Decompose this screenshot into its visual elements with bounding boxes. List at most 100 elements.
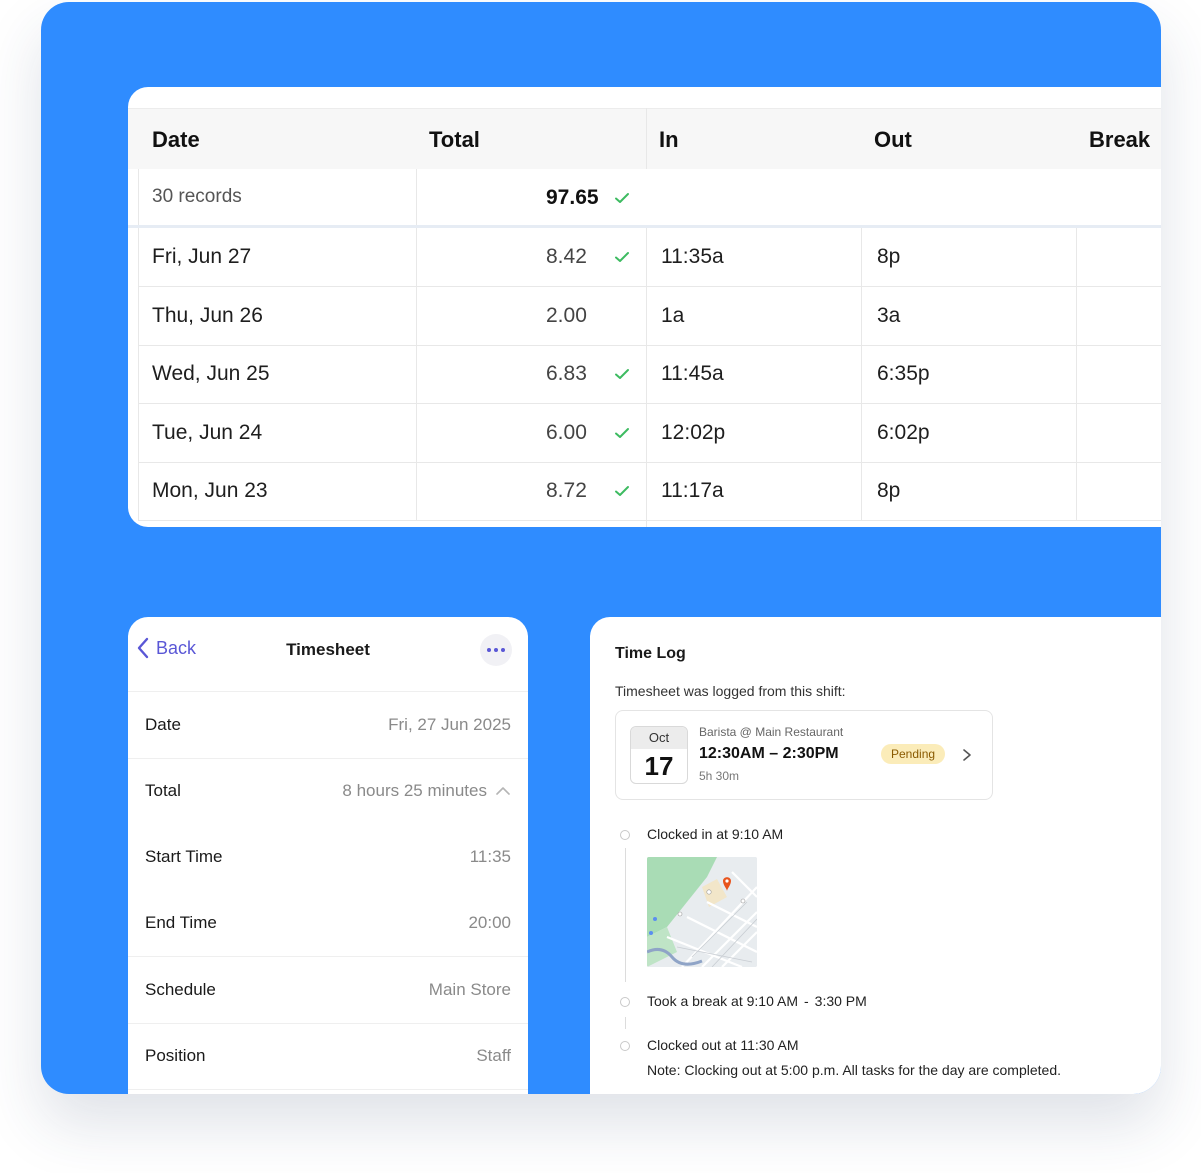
cell-out: 3a — [877, 303, 901, 327]
column-header-out[interactable]: Out — [874, 127, 912, 153]
time-log-subtitle: Timesheet was logged from this shift: — [615, 683, 846, 699]
field-label: End Time — [145, 913, 217, 932]
shift-time: 12:30AM – 2:30PM — [699, 745, 839, 762]
cell-in: 12:02p — [661, 420, 726, 444]
cell-in: 11:17a — [661, 479, 724, 502]
column-divider — [416, 403, 417, 462]
shift-role: Barista @ Main Restaurant — [699, 725, 844, 739]
column-divider — [1076, 403, 1077, 462]
field-row-total[interactable]: Total 8 hours 25 minutes — [128, 758, 528, 824]
column-header-break[interactable]: Break — [1089, 127, 1150, 153]
cell-total: 2.00 — [546, 303, 587, 327]
page-title: Timesheet — [286, 640, 370, 659]
check-icon — [615, 427, 629, 438]
clock-out-note: Note: Clocking out at 5:00 p.m. All task… — [647, 1062, 1061, 1078]
chevron-right-icon[interactable] — [962, 748, 972, 762]
table-row[interactable]: Thu, Jun 26 2.00 1a 3a — [138, 286, 1161, 346]
location-map[interactable] — [647, 857, 757, 967]
event-time: 9:10 AM — [731, 826, 784, 842]
column-divider — [861, 286, 862, 345]
column-divider — [861, 228, 862, 286]
row-edge — [138, 169, 139, 225]
timeline-line — [625, 1017, 626, 1029]
event-clock-out: Clocked out at 11:30 AM — [647, 1037, 799, 1053]
column-divider — [416, 286, 417, 345]
more-options-button[interactable] — [480, 634, 512, 666]
cell-total: 6.00 — [546, 420, 587, 444]
chevron-up-icon[interactable] — [495, 786, 511, 796]
field-row-end-time: End Time 20:00 — [128, 890, 528, 957]
cell-total: 8.72 — [546, 479, 587, 502]
field-value: 20:00 — [468, 913, 511, 932]
table-row[interactable]: Mon, Jun 23 8.72 11:17a 8p — [138, 462, 1161, 521]
column-header-in[interactable]: In — [659, 127, 679, 153]
field-label: Start Time — [145, 847, 223, 866]
column-divider — [416, 345, 417, 403]
cell-in: 1a — [661, 303, 685, 327]
row-edge — [138, 403, 139, 462]
column-divider — [1076, 286, 1077, 345]
status-badge: Pending — [881, 744, 946, 764]
field-row-date: Date Fri, 27 Jun 2025 — [128, 692, 528, 759]
row-edge — [138, 228, 139, 286]
cell-in: 11:35a — [661, 245, 724, 268]
timesheet-table-card: Date Total In Out Break 30 records 97.65… — [128, 87, 1161, 527]
field-row-position: Position Staff — [128, 1023, 528, 1090]
event-separator: - — [804, 993, 809, 1009]
row-edge — [138, 286, 139, 345]
field-value: Main Store — [428, 980, 511, 999]
column-header-date[interactable]: Date — [152, 127, 200, 153]
cell-date: Mon, Jun 23 — [152, 479, 268, 502]
cell-total: 6.83 — [546, 362, 587, 385]
cell-out: 6:02p — [877, 420, 930, 444]
check-icon — [615, 486, 629, 496]
event-start-time: 9:10 AM — [746, 993, 798, 1009]
row-edge — [138, 462, 139, 520]
background-canvas: Date Total In Out Break 30 records 97.65… — [41, 2, 1161, 1094]
check-icon — [615, 369, 629, 379]
table-summary-row: 30 records 97.65 — [128, 169, 1161, 228]
cell-out: 8p — [877, 245, 901, 268]
shift-day: 17 — [644, 751, 674, 781]
column-divider — [1076, 345, 1077, 403]
field-value: 11:35 — [469, 847, 511, 866]
column-divider — [416, 169, 417, 225]
check-icon — [615, 193, 629, 203]
shift-duration: 5h 30m — [699, 769, 740, 783]
event-prefix: Clocked in at — [647, 826, 728, 842]
timeline-line — [625, 848, 626, 982]
field-label: Position — [145, 1046, 206, 1065]
cell-date: Fri, Jun 27 — [152, 245, 252, 268]
cell-out: 6:35p — [877, 362, 930, 385]
field-value: Fri, 27 Jun 2025 — [388, 715, 511, 734]
event-time: 11:30 AM — [740, 1037, 799, 1053]
field-value: 8 hours 25 minutes — [342, 781, 487, 800]
row-edge — [138, 345, 139, 403]
event-clock-in: Clocked in at 9:10 AM — [647, 826, 783, 842]
cell-date: Wed, Jun 25 — [152, 362, 270, 385]
column-divider — [861, 403, 862, 462]
check-icon — [615, 252, 629, 262]
field-row-schedule: Schedule Main Store — [128, 957, 528, 1024]
column-divider — [1076, 228, 1077, 286]
table-row[interactable]: Wed, Jun 25 6.83 11:45a 6:35p — [138, 345, 1161, 404]
shift-date-badge: Oct 17 — [630, 726, 688, 784]
field-value: Staff — [476, 1046, 511, 1065]
cell-total: 8.42 — [546, 245, 587, 268]
column-divider — [1076, 462, 1077, 520]
event-prefix: Took a break at — [647, 993, 743, 1009]
more-icon — [487, 648, 491, 652]
timeline-dot — [620, 997, 630, 1007]
field-label: Total — [145, 781, 181, 800]
shift-card[interactable]: Oct 17 Barista @ Main Restaurant 12:30AM… — [615, 710, 993, 800]
timesheet-detail-card: Back Timesheet Date Fri, 27 Jun 2025 Tot… — [128, 617, 528, 1094]
table-header-row: Date Total In Out Break — [128, 108, 1161, 170]
table-row[interactable]: Tue, Jun 24 6.00 12:02p 6:02p — [138, 403, 1161, 463]
column-divider — [416, 462, 417, 520]
table-row[interactable]: Fri, Jun 27 8.42 11:35a 8p — [138, 228, 1161, 287]
timeline-dot — [620, 1041, 630, 1051]
timeline-dot — [620, 830, 630, 840]
column-header-total[interactable]: Total — [429, 127, 480, 153]
event-prefix: Clocked out at — [647, 1037, 737, 1053]
column-divider — [416, 228, 417, 286]
